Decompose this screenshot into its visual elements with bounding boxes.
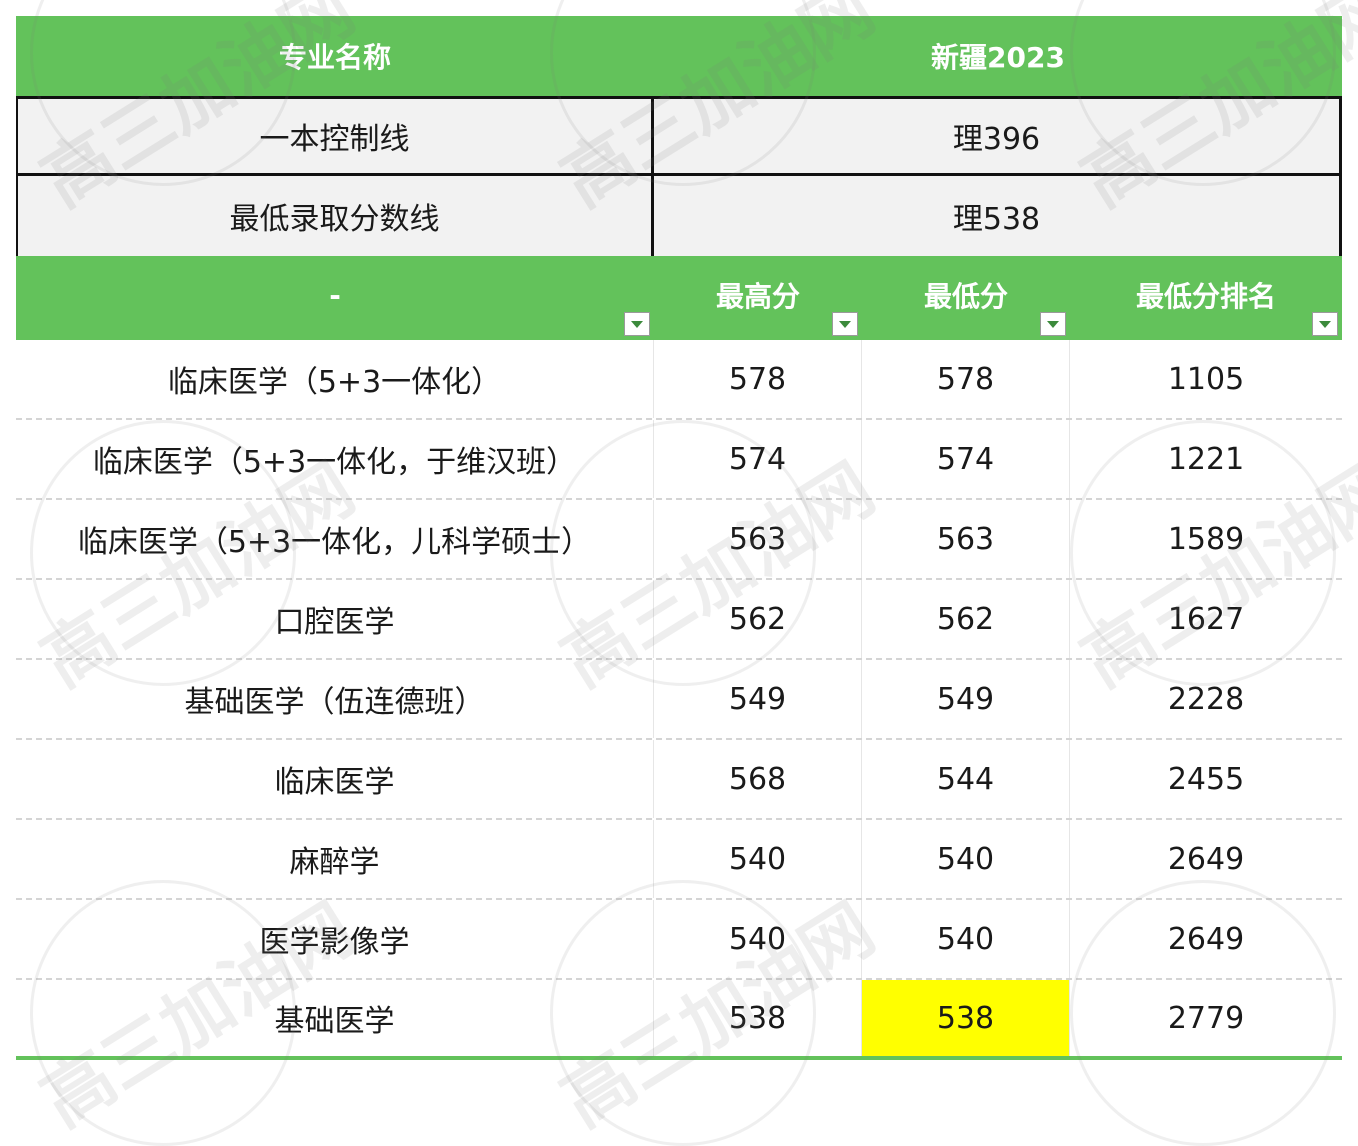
column-header-major: - [16, 256, 654, 340]
cell-min-rank: 2455 [1167, 761, 1245, 797]
table-row: 麻醉学 540 540 2649 [16, 820, 1342, 900]
cell-major: 基础医学（伍连德班） [16, 660, 654, 738]
info-value: 理396 [654, 99, 1342, 173]
info-value: 理538 [654, 176, 1342, 256]
cell-major: 临床医学（5+3一体化） [16, 340, 654, 418]
info-label: 最低录取分数线 [16, 176, 654, 256]
filter-dropdown-icon[interactable] [1040, 312, 1066, 336]
column-header: - 最高分 最低分 最低分排名 [16, 256, 1342, 340]
cell-min-rank: 1221 [1167, 441, 1245, 477]
cell-min-score: 563 [862, 500, 1070, 578]
cell-min-score-highlighted: 538 [862, 980, 1070, 1056]
cell-max-score: 538 [654, 980, 862, 1056]
cell-max-score: 562 [654, 580, 862, 658]
cell-min-score: 540 [862, 820, 1070, 898]
table-header: 专业名称 新疆2023 [16, 16, 1342, 96]
column-header-label: 最低分 [923, 280, 1008, 313]
cell-max-score: 574 [654, 420, 862, 498]
cell-major: 临床医学（5+3一体化，于维汉班） [16, 420, 654, 498]
cell-max-score: 578 [654, 340, 862, 418]
cell-min-score: 578 [862, 340, 1070, 418]
header-major-name: 专业名称 [278, 41, 391, 74]
cell-min-score: 549 [862, 660, 1070, 738]
table-row: 口腔医学 562 562 1627 [16, 580, 1342, 660]
table-row: 基础医学 538 538 2779 [16, 980, 1342, 1060]
info-row-min-score: 最低录取分数线 理538 [16, 176, 1342, 256]
header-region-year: 新疆2023 [931, 41, 1065, 74]
cell-major: 基础医学 [16, 980, 654, 1056]
column-header-label: 最低分排名 [1135, 280, 1276, 313]
filter-dropdown-icon[interactable] [624, 312, 650, 336]
cell-min-score: 574 [862, 420, 1070, 498]
filter-dropdown-icon[interactable] [1312, 312, 1338, 336]
cell-major: 临床医学 [16, 740, 654, 818]
cell-major: 口腔医学 [16, 580, 654, 658]
cell-min-rank: 2779 [1167, 1000, 1245, 1036]
cell-min-rank: 1589 [1167, 521, 1245, 557]
cell-major: 麻醉学 [16, 820, 654, 898]
cell-min-rank: 1105 [1167, 361, 1245, 397]
filter-dropdown-icon[interactable] [832, 312, 858, 336]
column-header-label: - [329, 278, 341, 312]
info-row-control-line: 一本控制线 理396 [16, 96, 1342, 176]
cell-max-score: 563 [654, 500, 862, 578]
table-row: 基础医学（伍连德班） 549 549 2228 [16, 660, 1342, 740]
cell-min-score: 562 [862, 580, 1070, 658]
column-header-label: 最高分 [715, 280, 800, 313]
cell-major: 临床医学（5+3一体化，儿科学硕士） [16, 500, 654, 578]
table-row: 临床医学（5+3一体化，儿科学硕士） 563 563 1589 [16, 500, 1342, 580]
cell-min-rank: 2228 [1167, 681, 1245, 717]
score-table: 专业名称 新疆2023 一本控制线 理396 最低录取分数线 理538 - 最高… [16, 16, 1342, 1060]
cell-min-rank: 1627 [1167, 601, 1245, 637]
cell-max-score: 568 [654, 740, 862, 818]
column-header-rank: 最低分排名 [1070, 256, 1342, 340]
table-row: 临床医学 568 544 2455 [16, 740, 1342, 820]
cell-min-score: 544 [862, 740, 1070, 818]
cell-major: 医学影像学 [16, 900, 654, 978]
cell-min-rank: 2649 [1167, 921, 1245, 957]
column-header-max: 最高分 [654, 256, 862, 340]
table-row: 临床医学（5+3一体化） 578 578 1105 [16, 340, 1342, 420]
table-row: 临床医学（5+3一体化，于维汉班） 574 574 1221 [16, 420, 1342, 500]
table-row: 医学影像学 540 540 2649 [16, 900, 1342, 980]
cell-min-rank: 2649 [1167, 841, 1245, 877]
cell-max-score: 540 [654, 900, 862, 978]
cell-min-score: 540 [862, 900, 1070, 978]
column-header-min: 最低分 [862, 256, 1070, 340]
cell-max-score: 549 [654, 660, 862, 738]
info-label: 一本控制线 [16, 99, 654, 173]
cell-max-score: 540 [654, 820, 862, 898]
